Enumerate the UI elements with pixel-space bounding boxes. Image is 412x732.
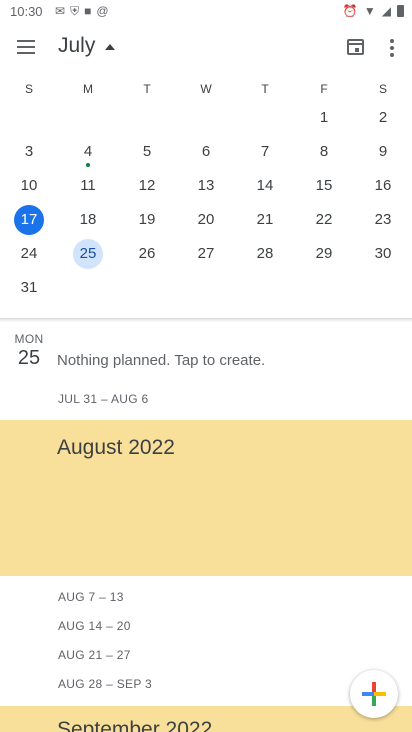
system-icons: ⏰ ▼ ◢ xyxy=(343,4,404,18)
selected-day-of-week: MON xyxy=(14,332,44,346)
weekday-header: S xyxy=(378,82,387,96)
menu-icon[interactable] xyxy=(15,36,41,60)
day-cell-12[interactable]: 12 xyxy=(132,171,162,201)
week-range[interactable]: AUG 28 – SEP 3 xyxy=(58,677,152,691)
media-icon: ■ xyxy=(84,4,92,18)
day-cell-28[interactable]: 28 xyxy=(250,239,280,269)
selected-day-number: 25 xyxy=(17,347,41,369)
day-cell-24[interactable]: 24 xyxy=(14,239,44,269)
day-cell-8[interactable]: 8 xyxy=(309,137,339,167)
day-cell-11[interactable]: 11 xyxy=(73,171,103,201)
shield-icon: ⛨ xyxy=(70,4,80,18)
month-banner-title: August 2022 xyxy=(57,436,175,459)
day-cell-31[interactable]: 31 xyxy=(14,273,44,303)
day-cell-14[interactable]: 14 xyxy=(250,171,280,201)
day-cell-1[interactable]: 1 xyxy=(309,103,339,133)
day-cell-17[interactable]: 17 xyxy=(14,205,44,235)
day-cell-20[interactable]: 20 xyxy=(191,205,221,235)
alarm-icon: ⏰ xyxy=(342,4,358,18)
more-vert-icon[interactable] xyxy=(384,36,400,60)
day-cell-9[interactable]: 9 xyxy=(368,137,398,167)
day-cell-13[interactable]: 13 xyxy=(191,171,221,201)
day-cell-23[interactable]: 23 xyxy=(368,205,398,235)
chevron-up-icon xyxy=(105,44,116,50)
weekday-header: M xyxy=(83,82,93,96)
month-title: July xyxy=(58,34,96,57)
notification-icons: ✉ ⛨ ■ @ xyxy=(55,4,109,19)
month-grid: S M T W T F S 1 2 3 4 5 6 7 8 9 10 11 12 13 14 15 16 17 18 19 20 21… xyxy=(0,72,412,318)
day-cell-6[interactable]: 6 xyxy=(191,137,221,167)
today-calendar-icon[interactable] xyxy=(345,36,367,58)
month-banner-september[interactable]: September 2022 xyxy=(0,706,412,732)
schedule-view: MON 25 Nothing planned. Tap to create. J… xyxy=(0,322,412,732)
weekday-header: T xyxy=(261,82,269,96)
signal-icon: ◢ xyxy=(381,4,391,18)
day-cell-2[interactable]: 2 xyxy=(368,103,398,133)
at-icon: @ xyxy=(96,4,109,18)
week-range[interactable]: AUG 14 – 20 xyxy=(58,619,131,633)
day-cell-22[interactable]: 22 xyxy=(309,205,339,235)
day-cell-16[interactable]: 16 xyxy=(368,171,398,201)
day-cell-5[interactable]: 5 xyxy=(132,137,162,167)
month-banner-title: September 2022 xyxy=(57,718,213,732)
day-cell-7[interactable]: 7 xyxy=(250,137,280,167)
weekday-header: S xyxy=(24,82,33,96)
nothing-planned-prompt[interactable]: Nothing planned. Tap to create. xyxy=(57,352,265,369)
day-cell-3[interactable]: 3 xyxy=(14,137,44,167)
day-cell-18[interactable]: 18 xyxy=(73,205,103,235)
month-banner-august[interactable]: August 2022 xyxy=(0,420,412,576)
wifi-icon: ▼ xyxy=(363,4,376,18)
messenger-icon: ✉ xyxy=(55,4,66,18)
day-cell-27[interactable]: 27 xyxy=(191,239,221,269)
weekday-header: T xyxy=(143,82,151,96)
day-cell-19[interactable]: 19 xyxy=(132,205,162,235)
event-dot xyxy=(86,163,90,167)
battery-icon xyxy=(397,5,404,17)
selected-day-label[interactable]: MON 25 xyxy=(14,332,44,370)
weekday-header: F xyxy=(320,82,328,96)
weekday-header: W xyxy=(200,82,212,96)
day-cell-29[interactable]: 29 xyxy=(309,239,339,269)
day-cell-26[interactable]: 26 xyxy=(132,239,162,269)
week-range[interactable]: AUG 21 – 27 xyxy=(58,648,131,662)
week-range[interactable]: AUG 7 – 13 xyxy=(58,590,124,604)
status-bar: 10:30 ✉ ⛨ ■ @ ⏰ ▼ ◢ xyxy=(0,0,412,24)
day-cell-30[interactable]: 30 xyxy=(368,239,398,269)
month-selector[interactable]: July xyxy=(58,34,116,58)
status-time: 10:30 xyxy=(10,4,43,19)
day-cell-10[interactable]: 10 xyxy=(14,171,44,201)
day-cell-15[interactable]: 15 xyxy=(309,171,339,201)
week-range[interactable]: JUL 31 – AUG 6 xyxy=(58,392,148,406)
day-cell-25[interactable]: 25 xyxy=(73,239,103,269)
app-bar: July xyxy=(0,24,412,72)
create-event-button[interactable] xyxy=(350,670,398,718)
day-cell-21[interactable]: 21 xyxy=(250,205,280,235)
